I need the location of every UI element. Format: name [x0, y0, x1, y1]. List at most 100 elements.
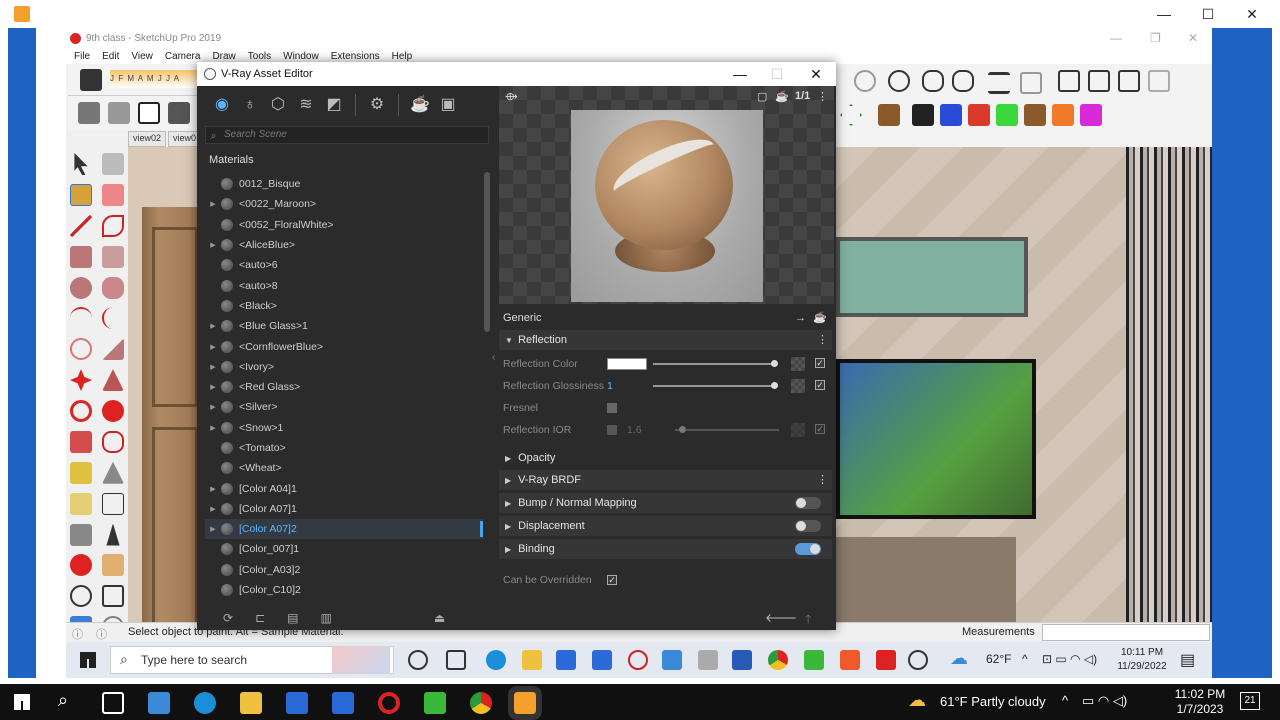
material-list-scrollbar[interactable]	[484, 172, 490, 332]
material-list-item[interactable]: ▶ <Red Glass>	[205, 377, 483, 397]
material-list-item[interactable]: <auto>8	[205, 275, 483, 295]
menu-extensions[interactable]: Extensions	[331, 51, 380, 62]
vm-edge-icon[interactable]	[486, 650, 506, 670]
delete-icon[interactable]: ▥	[320, 611, 331, 625]
eraser-icon[interactable]	[102, 183, 124, 206]
host-explorer-icon[interactable]	[240, 692, 262, 714]
pie-icon[interactable]	[102, 338, 124, 361]
material-list-item[interactable]: ▶ <Silver>	[205, 397, 483, 417]
dimension-icon[interactable]	[102, 461, 124, 484]
reflection-ior-texture-slot[interactable]	[791, 423, 805, 437]
material-list-item[interactable]: ▶[Metal_Corrogated_Shiny]25	[205, 600, 483, 604]
settings-panel-icon[interactable]	[1020, 72, 1042, 94]
material-list-item[interactable]: [Color_C10]2	[205, 580, 483, 600]
vm-app-icon-3[interactable]	[840, 650, 860, 670]
light-tool-icon-2[interactable]	[912, 104, 934, 126]
vm-app-icon-2[interactable]	[662, 650, 682, 670]
vm-start-windows-icon[interactable]	[80, 652, 96, 668]
viewport-right-visible[interactable]	[836, 147, 1212, 647]
player-close-button[interactable]: ✕	[1232, 4, 1272, 24]
make-component-icon[interactable]	[102, 153, 124, 175]
menu-draw[interactable]: Draw	[212, 51, 235, 62]
protractor-icon[interactable]	[70, 492, 92, 515]
frame-buffer-icon[interactable]	[988, 72, 1010, 94]
vm-store-icon[interactable]	[556, 650, 576, 670]
material-list-item[interactable]: ▶ <CornflowerBlue>	[205, 336, 483, 356]
text-tool-icon[interactable]	[102, 492, 124, 515]
push-pull-icon[interactable]	[102, 369, 124, 392]
search-scene-input[interactable]: Search Scene ⌕	[205, 126, 489, 144]
host-task-view-icon[interactable]	[102, 692, 124, 714]
light-tool-icon-4[interactable]	[968, 104, 990, 126]
home-icon[interactable]	[138, 102, 160, 124]
tape-measure-icon[interactable]	[70, 461, 92, 484]
reflection-ior-slider-track[interactable]	[675, 429, 779, 431]
host-app-icon-1[interactable]	[148, 692, 170, 714]
vm-weather-icon[interactable]: ☁	[950, 648, 968, 669]
reflection-ior-lock-icon[interactable]	[607, 425, 617, 435]
rotate-icon[interactable]	[70, 400, 92, 422]
generic-arrow-icon[interactable]: →	[795, 308, 806, 328]
pan-hand-icon[interactable]	[102, 554, 124, 577]
status-info-icon[interactable]: ⓘ	[72, 626, 83, 642]
expand-arrow-icon[interactable]: ▶	[205, 485, 221, 493]
host-camtasia-icon[interactable]	[424, 692, 446, 714]
zoom-window-icon[interactable]	[102, 585, 124, 608]
material-list-item[interactable]: ▶ <Snow>1	[205, 418, 483, 438]
open-folder-icon[interactable]: ⊏	[255, 611, 265, 625]
displacement-toggle[interactable]	[795, 520, 821, 532]
material-list-item[interactable]: ▶ <Blue Glass>1	[205, 316, 483, 336]
three-point-arc-icon[interactable]	[70, 338, 92, 361]
menu-view[interactable]: View	[131, 51, 153, 62]
circle-icon[interactable]	[70, 276, 92, 299]
purge-icon[interactable]: ⏏	[434, 611, 445, 625]
material-list-item[interactable]: ▶ <Ivory>	[205, 357, 483, 377]
preview-region-icon[interactable]: ▢	[757, 90, 767, 103]
vm-task-view-icon[interactable]	[446, 650, 466, 670]
vm-notifications-icon[interactable]: ▤	[1180, 650, 1195, 670]
frame-buffer-icon[interactable]: ▣	[437, 94, 459, 116]
vray-minimize-button[interactable]: —	[722, 64, 758, 84]
offset-icon[interactable]	[102, 430, 124, 453]
reflection-glossiness-texture-slot[interactable]	[791, 379, 805, 393]
move-icon[interactable]	[70, 369, 92, 392]
zoom-icon[interactable]	[70, 585, 92, 608]
add-material-icon[interactable]: ⟳	[223, 611, 233, 625]
host-store-icon[interactable]	[286, 692, 308, 714]
vm-word-icon[interactable]	[732, 650, 752, 670]
scale-icon[interactable]	[70, 430, 92, 453]
menu-window[interactable]: Window	[283, 51, 319, 62]
generic-teapot-icon[interactable]: ☕	[813, 308, 827, 328]
geometry-category-icon[interactable]: ⬡	[267, 94, 289, 116]
rectangle-icon[interactable]	[70, 245, 92, 268]
host-player-icon[interactable]	[508, 686, 542, 720]
reflection-ior-value[interactable]: 1.6	[627, 424, 642, 436]
preview-teapot-icon[interactable]: ☕	[775, 90, 789, 103]
menu-edit[interactable]: Edit	[102, 51, 119, 62]
measurements-input[interactable]	[1042, 624, 1210, 641]
can-be-overridden-checkbox[interactable]: ✓	[607, 575, 617, 585]
player-minimize-button[interactable]: —	[1144, 4, 1184, 24]
material-list-item[interactable]: <Wheat>	[205, 458, 483, 478]
lock-icon[interactable]	[1148, 70, 1170, 92]
light-tool-icon-6[interactable]	[1024, 104, 1046, 126]
preview-ratio-label[interactable]: 1/1	[795, 90, 810, 102]
arc-icon[interactable]	[70, 307, 92, 329]
vm-app-icon-1[interactable]	[628, 650, 648, 670]
reflection-color-slider-track[interactable]	[653, 363, 777, 365]
vm-chrome-icon[interactable]	[768, 650, 788, 670]
material-list-item[interactable]: [Color_A03]2	[205, 560, 483, 580]
displacement-section-header[interactable]: ▶ Displacement	[499, 516, 832, 536]
sketchup-close-button[interactable]: ✕	[1188, 31, 1198, 45]
bump-toggle[interactable]	[795, 497, 821, 509]
material-list-item[interactable]: ▶ <0022_Maroon>	[205, 194, 483, 214]
host-mail-icon[interactable]	[332, 692, 354, 714]
light-tool-icon-1[interactable]	[878, 104, 900, 126]
follow-me-icon[interactable]	[102, 400, 124, 422]
host-tray-icons[interactable]: ▭ ◠ ◁)	[1082, 693, 1127, 709]
vm-mail-icon[interactable]	[592, 650, 612, 670]
window-icon-2[interactable]	[1088, 70, 1110, 92]
eraser-tool-icon[interactable]	[80, 69, 102, 91]
material-list-item[interactable]: ▶ [Color A07]2	[205, 519, 483, 540]
scene-tab-view02[interactable]: view02	[128, 131, 167, 147]
